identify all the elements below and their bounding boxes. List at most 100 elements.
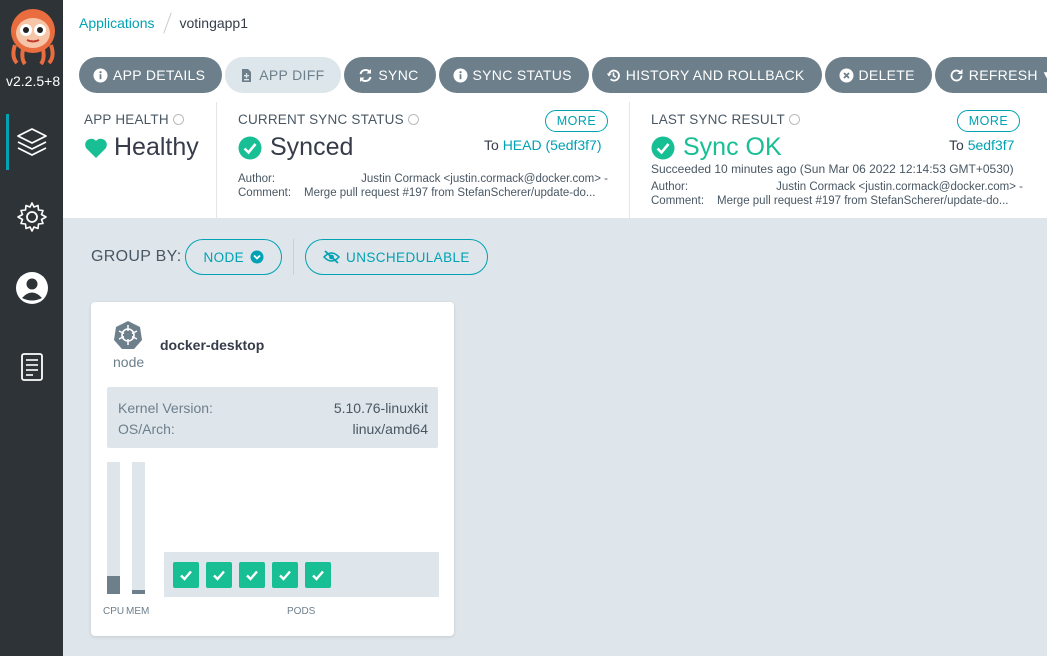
current-sync-more-button[interactable]: MORE bbox=[545, 110, 608, 132]
check-circle-icon bbox=[651, 136, 675, 159]
help-icon[interactable] bbox=[789, 114, 800, 125]
node-info-box: Kernel Version: 5.10.76-linuxkit OS/Arch… bbox=[107, 387, 438, 448]
app-health-title: APP HEALTH bbox=[84, 112, 215, 127]
history-rollback-label: HISTORY AND ROLLBACK bbox=[625, 67, 805, 83]
refresh-icon bbox=[949, 68, 964, 83]
group-by-bar: GROUP BY: NODE UNSCHEDULABLE bbox=[91, 239, 488, 275]
help-icon[interactable] bbox=[172, 114, 184, 125]
sidebar-item-docs[interactable] bbox=[0, 339, 63, 395]
comment-value: Merge pull request #197 from StefanScher… bbox=[717, 195, 1009, 207]
current-sync-title-text: CURRENT SYNC STATUS bbox=[238, 112, 404, 127]
delete-button[interactable]: DELETE bbox=[824, 57, 932, 93]
last-sync-succeeded: Succeeded 10 minutes ago (Sun Mar 06 202… bbox=[651, 162, 1014, 176]
last-sync-target: To 5edf3f7 bbox=[949, 137, 1014, 153]
sync-icon bbox=[358, 68, 373, 83]
sidebar-item-settings[interactable] bbox=[0, 189, 63, 245]
cpu-usage-bar[interactable] bbox=[107, 462, 120, 594]
app-health-panel: APP HEALTH Healthy bbox=[63, 102, 215, 218]
comment-label: Comment: bbox=[238, 187, 292, 199]
argo-logo-icon[interactable] bbox=[9, 5, 57, 66]
current-sync-text: Synced bbox=[270, 133, 354, 161]
app-details-label: APP DETAILS bbox=[113, 67, 206, 83]
sync-button[interactable]: SYNC bbox=[344, 57, 436, 93]
unschedulable-toggle[interactable]: UNSCHEDULABLE bbox=[305, 239, 488, 275]
current-sync-meta: Author: Justin Cormack <justin.cormack@d… bbox=[238, 172, 608, 200]
cpu-usage-fill bbox=[107, 575, 120, 594]
node-kind-label: node bbox=[113, 354, 145, 370]
unschedulable-label: UNSCHEDULABLE bbox=[346, 249, 470, 265]
app-health-title-text: APP HEALTH bbox=[84, 112, 169, 127]
check-circle-icon bbox=[238, 136, 262, 159]
app-details-button[interactable]: APP DETAILS bbox=[79, 57, 223, 93]
app-health-value: Healthy bbox=[84, 133, 215, 162]
pod-healthy[interactable] bbox=[305, 561, 331, 588]
pods-container bbox=[164, 552, 439, 597]
pod-healthy[interactable] bbox=[272, 561, 298, 588]
author-value: Justin Cormack <justin.cormack@docker.co… bbox=[776, 181, 1023, 193]
os-arch-value: linux/amd64 bbox=[352, 421, 429, 437]
author-value: Justin Cormack <justin.cormack@docker.co… bbox=[361, 173, 608, 185]
last-sync-panel: LAST SYNC RESULT MORE Sync OK To 5edf3f7… bbox=[629, 102, 1047, 218]
os-arch-label: OS/Arch: bbox=[118, 421, 175, 437]
last-sync-more-button[interactable]: MORE bbox=[957, 110, 1020, 132]
history-rollback-button[interactable]: HISTORY AND ROLLBACK bbox=[591, 57, 822, 93]
last-sync-title-text: LAST SYNC RESULT bbox=[651, 112, 785, 127]
comment-label: Comment: bbox=[651, 195, 705, 207]
eye-slash-icon bbox=[323, 250, 341, 264]
node-card[interactable]: node docker-desktop Kernel Version: 5.10… bbox=[91, 302, 454, 636]
app-health-text: Healthy bbox=[114, 133, 199, 161]
current-sync-revision-link[interactable]: HEAD (5edf3f7) bbox=[503, 137, 602, 153]
pod-healthy[interactable] bbox=[239, 561, 265, 588]
breadcrumb: Applications votingapp1 bbox=[79, 12, 248, 34]
sidebar-item-user[interactable] bbox=[0, 260, 63, 316]
info-icon bbox=[453, 68, 468, 83]
group-by-node-dropdown[interactable]: NODE bbox=[185, 239, 283, 275]
check-icon bbox=[246, 570, 258, 581]
status-panels: APP HEALTH Healthy CURRENT SYNC STATUS M… bbox=[63, 102, 1047, 218]
cpu-label: CPU bbox=[103, 606, 125, 617]
check-icon bbox=[279, 570, 291, 581]
last-sync-text: Sync OK bbox=[683, 133, 782, 161]
group-by-label: GROUP BY: bbox=[91, 248, 182, 265]
help-icon[interactable] bbox=[407, 114, 419, 125]
group-by-divider bbox=[293, 239, 295, 275]
pod-healthy[interactable] bbox=[206, 561, 232, 588]
sync-status-label: SYNC STATUS bbox=[472, 67, 572, 83]
author-label: Author: bbox=[651, 181, 689, 193]
kernel-version-value: 5.10.76-linuxkit bbox=[333, 400, 428, 416]
heart-icon bbox=[85, 138, 107, 158]
check-icon bbox=[312, 570, 324, 581]
app-diff-button[interactable]: APP DIFF bbox=[225, 57, 342, 93]
sync-label: SYNC bbox=[378, 67, 419, 83]
breadcrumb-current-app: votingapp1 bbox=[179, 15, 249, 31]
refresh-button[interactable]: REFRESH ▼ bbox=[934, 57, 1047, 93]
delete-label: DELETE bbox=[858, 67, 915, 83]
sync-status-button[interactable]: SYNC STATUS bbox=[438, 57, 589, 93]
app-header: Applications votingapp1 APP DETAILS APP … bbox=[63, 0, 1047, 218]
file-diff-icon bbox=[239, 68, 254, 83]
sidebar-item-applications[interactable] bbox=[0, 114, 63, 170]
mem-usage-bar[interactable] bbox=[132, 462, 145, 594]
mem-usage-fill bbox=[132, 590, 145, 594]
mem-label: MEM bbox=[126, 606, 150, 617]
history-icon bbox=[606, 68, 621, 83]
comment-value: Merge pull request #197 from StefanScher… bbox=[304, 187, 596, 199]
breadcrumb-separator bbox=[162, 12, 172, 34]
close-circle-icon bbox=[839, 68, 854, 83]
breadcrumb-applications-link[interactable]: Applications bbox=[79, 15, 155, 31]
sidebar: v2.2.5+8 bbox=[0, 0, 63, 656]
kernel-version-label: Kernel Version: bbox=[118, 400, 213, 416]
author-label: Author: bbox=[238, 173, 276, 185]
current-sync-to-prefix: To bbox=[484, 137, 499, 153]
version-label: v2.2.5+8 bbox=[6, 73, 61, 89]
layers-icon bbox=[16, 128, 47, 156]
node-name: docker-desktop bbox=[160, 337, 265, 353]
app-diff-label: APP DIFF bbox=[259, 67, 325, 83]
refresh-label: REFRESH bbox=[968, 67, 1038, 83]
check-icon bbox=[213, 570, 225, 581]
last-sync-revision-link[interactable]: 5edf3f7 bbox=[968, 137, 1015, 153]
pod-healthy[interactable] bbox=[173, 561, 199, 588]
group-by-node-label: NODE bbox=[203, 249, 245, 265]
user-icon bbox=[15, 272, 48, 304]
current-sync-target: To HEAD (5edf3f7) bbox=[484, 137, 602, 153]
